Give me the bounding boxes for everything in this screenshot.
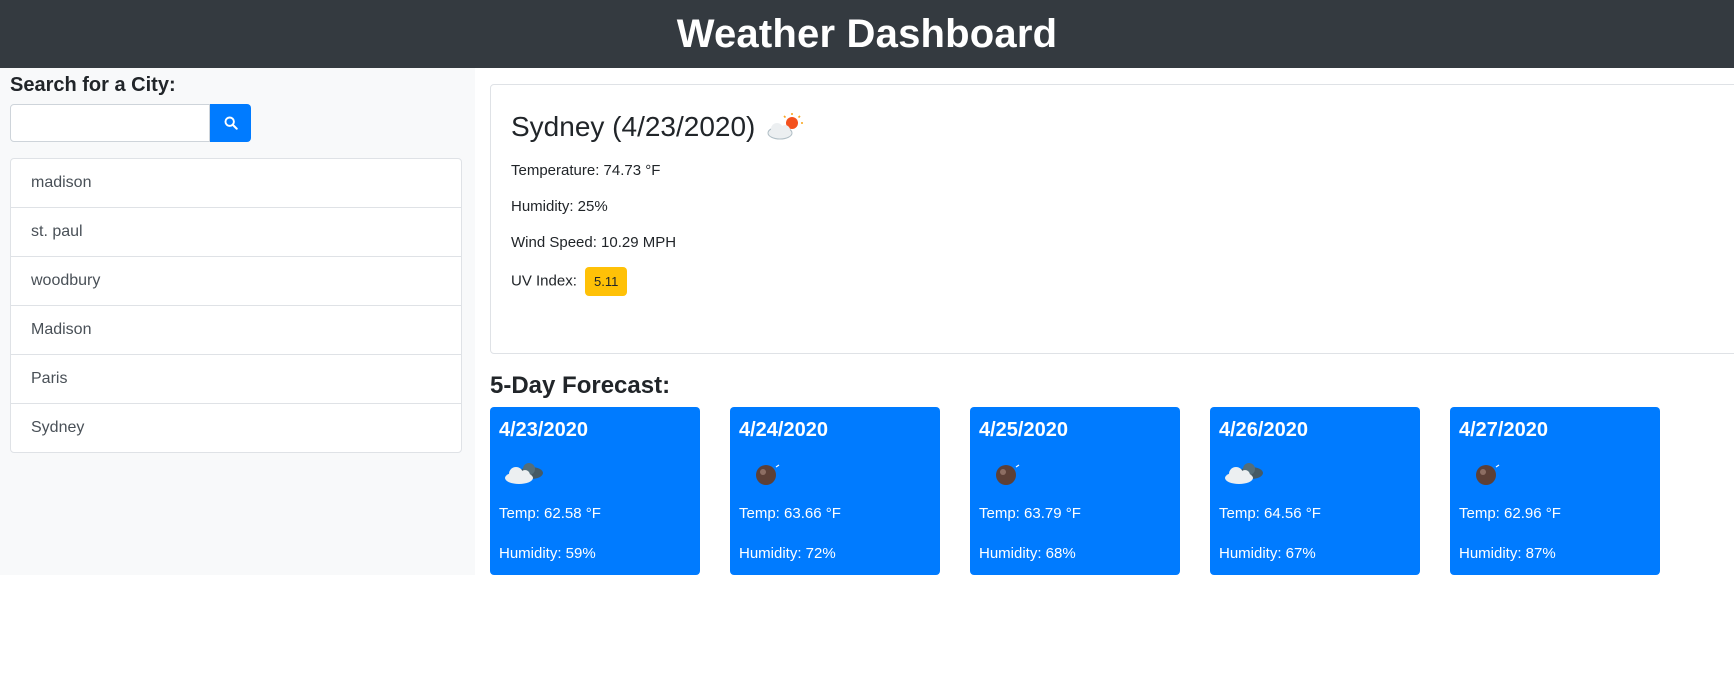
sidebar: Search for a City: madison st. paul wood… bbox=[0, 68, 475, 575]
forecast-temp: Temp: 62.58 °F bbox=[499, 505, 601, 522]
broken-clouds-icon bbox=[1225, 463, 1263, 484]
forecast-humidity: Humidity: 87% bbox=[1459, 545, 1556, 562]
forecast-date: 4/24/2020 bbox=[739, 419, 828, 441]
partly-cloudy-sun-icon bbox=[767, 113, 804, 140]
page-title: Weather Dashboard bbox=[676, 11, 1058, 56]
search-icon bbox=[224, 116, 238, 130]
search-button[interactable] bbox=[210, 104, 251, 142]
current-weather-title: Sydney (4/23/2020) bbox=[511, 111, 805, 143]
search-history-list: madison st. paul woodbury Madison Paris … bbox=[10, 158, 462, 453]
forecast-card: 4/23/2020 Temp: 62.58 °F Humidity: 59% bbox=[490, 407, 700, 575]
forecast-humidity: Humidity: 67% bbox=[1219, 545, 1316, 562]
forecast-humidity: Humidity: 68% bbox=[979, 545, 1076, 562]
search-history-item[interactable]: st. paul bbox=[11, 207, 461, 256]
rain-icon bbox=[1476, 464, 1500, 485]
forecast-temp: Temp: 62.96 °F bbox=[1459, 505, 1561, 522]
current-uv-row: UV Index: 5.11 bbox=[511, 267, 628, 296]
forecast-temp: Temp: 64.56 °F bbox=[1219, 505, 1321, 522]
broken-clouds-icon bbox=[505, 463, 543, 484]
rain-icon bbox=[996, 464, 1020, 485]
search-history-item[interactable]: madison bbox=[11, 159, 461, 207]
search-history-item[interactable]: Sydney bbox=[11, 403, 461, 452]
forecast-temp: Temp: 63.79 °F bbox=[979, 505, 1081, 522]
current-humidity: Humidity: 25% bbox=[511, 198, 608, 215]
current-city-date: Sydney (4/23/2020) bbox=[511, 111, 756, 142]
uv-label: UV Index: bbox=[511, 272, 577, 290]
forecast-card: 4/27/2020 Temp: 62.96 °F Humidity: 87% bbox=[1450, 407, 1660, 575]
search-label: Search for a City: bbox=[10, 74, 176, 96]
search-history-item[interactable]: Madison bbox=[11, 305, 461, 354]
forecast-card: 4/26/2020 Temp: 64.56 °F Humidity: 67% bbox=[1210, 407, 1420, 575]
forecast-date: 4/27/2020 bbox=[1459, 419, 1548, 441]
search-history-item[interactable]: Paris bbox=[11, 354, 461, 403]
rain-icon bbox=[756, 464, 780, 485]
forecast-heading: 5-Day Forecast: bbox=[490, 372, 671, 399]
current-temperature: Temperature: 74.73 °F bbox=[511, 162, 661, 179]
forecast-humidity: Humidity: 72% bbox=[739, 545, 836, 562]
search-input[interactable] bbox=[10, 104, 210, 142]
forecast-date: 4/26/2020 bbox=[1219, 419, 1308, 441]
forecast-temp: Temp: 63.66 °F bbox=[739, 505, 841, 522]
search-history-item[interactable]: woodbury bbox=[11, 256, 461, 305]
forecast-date: 4/25/2020 bbox=[979, 419, 1068, 441]
forecast-card: 4/25/2020 Temp: 63.79 °F Humidity: 68% bbox=[970, 407, 1180, 575]
current-weather-card: Sydney (4/23/2020) Temperature: 74.73 °F… bbox=[490, 84, 1734, 354]
forecast-humidity: Humidity: 59% bbox=[499, 545, 596, 562]
forecast-card: 4/24/2020 Temp: 63.66 °F Humidity: 72% bbox=[730, 407, 940, 575]
current-wind-speed: Wind Speed: 10.29 MPH bbox=[511, 234, 677, 251]
uv-index-badge: 5.11 bbox=[585, 267, 628, 296]
header-bar: Weather Dashboard bbox=[0, 0, 1734, 68]
forecast-date: 4/23/2020 bbox=[499, 419, 588, 441]
